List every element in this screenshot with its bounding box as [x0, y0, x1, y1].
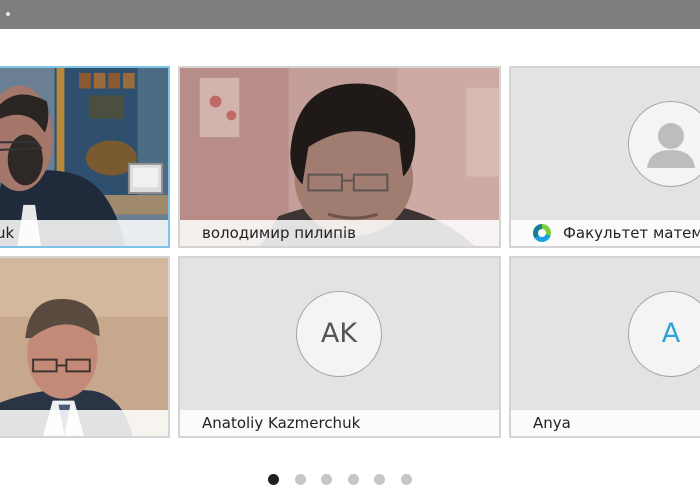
presenter-status-icon — [533, 224, 551, 242]
participant-grid: uk володимир пилипів — [0, 0, 700, 500]
page-dot-5[interactable] — [374, 474, 385, 485]
participant-tile-1[interactable]: uk — [0, 66, 170, 248]
participant-name: Anatoliy Kazmerchuk — [202, 414, 361, 432]
page-dot-2[interactable] — [294, 474, 306, 485]
page-dot-1[interactable] — [268, 474, 279, 485]
participant-name-bar-6: Anya — [511, 410, 700, 436]
participant-tile-4[interactable] — [0, 256, 170, 438]
person-silhouette-icon — [628, 101, 700, 187]
participant-tile-3[interactable]: Факультет матема — [509, 66, 700, 248]
page-dot-6[interactable] — [400, 474, 412, 485]
participant-initials-avatar: AK — [296, 291, 382, 377]
participant-name: Факультет матема — [563, 224, 700, 242]
page-dot-4[interactable] — [347, 474, 359, 485]
participant-tile-5[interactable]: AK Anatoliy Kazmerchuk — [178, 256, 501, 438]
participant-name: володимир пилипів — [202, 224, 356, 242]
participant-name-bar-5: Anatoliy Kazmerchuk — [180, 410, 499, 436]
participant-tile-2[interactable]: володимир пилипів — [178, 66, 501, 248]
page-dot-3[interactable] — [321, 474, 332, 485]
participant-name: Anya — [533, 414, 571, 432]
participant-initials-avatar: A — [628, 291, 700, 377]
participant-name: uk — [0, 224, 15, 242]
participant-name-bar-3: Факультет матема — [511, 220, 700, 246]
participant-name-bar-1: uk — [0, 220, 168, 246]
participant-name-bar-4 — [0, 410, 168, 436]
participant-tile-6[interactable]: A Anya — [509, 256, 700, 438]
participant-name-bar-2: володимир пилипів — [180, 220, 499, 246]
